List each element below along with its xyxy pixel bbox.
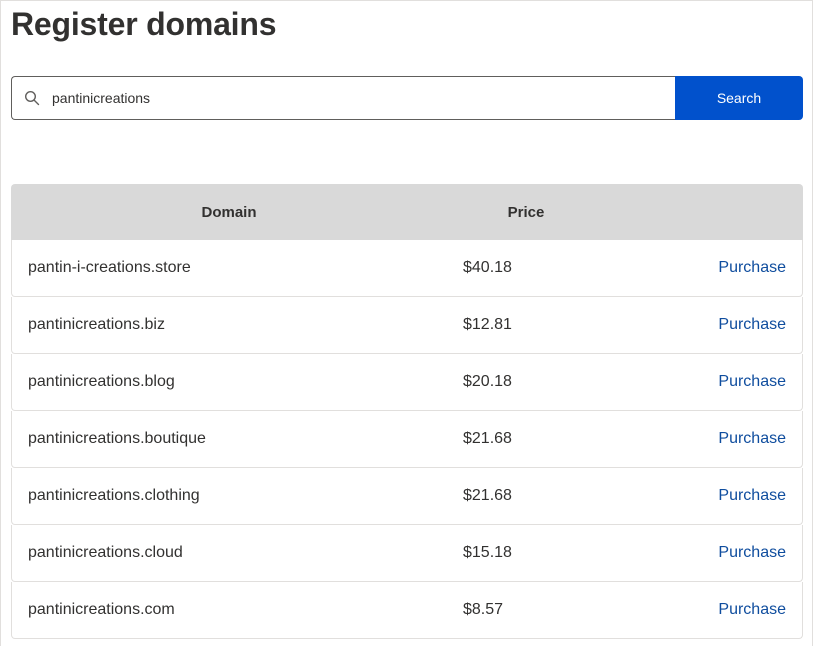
table-row: pantinicreations.boutique $21.68 Purchase (11, 411, 803, 468)
domain-name-cell: pantinicreations.biz (28, 316, 165, 333)
purchase-link[interactable]: Purchase (718, 297, 786, 353)
purchase-link[interactable]: Purchase (718, 240, 786, 296)
purchase-link[interactable]: Purchase (718, 354, 786, 410)
price-cell: $21.68 (463, 430, 512, 447)
purchase-link[interactable]: Purchase (718, 468, 786, 524)
domain-name-cell: pantinicreations.boutique (28, 430, 206, 447)
price-cell: $21.68 (463, 487, 512, 504)
purchase-link[interactable]: Purchase (718, 582, 786, 638)
page-title: Register domains (11, 6, 277, 42)
search-field[interactable] (11, 76, 675, 120)
search-icon (12, 76, 52, 120)
column-header-domain: Domain (201, 203, 257, 221)
table-row: pantinicreations.blog $20.18 Purchase (11, 354, 803, 411)
table-row: pantinicreations.com $8.57 Purchase (11, 582, 803, 639)
purchase-link[interactable]: Purchase (718, 525, 786, 581)
table-row: pantin-i-creations.store $40.18 Purchase (11, 240, 803, 297)
price-cell: $8.57 (463, 601, 504, 618)
domain-name-cell: pantin-i-creations.store (28, 259, 191, 276)
price-cell: $20.18 (463, 373, 512, 390)
domain-name-cell: pantinicreations.com (28, 601, 175, 618)
price-cell: $15.18 (463, 544, 512, 561)
table-body: pantin-i-creations.store $40.18 Purchase pa… (11, 240, 803, 639)
search-input[interactable] (52, 78, 675, 118)
domain-name-cell: pantinicreations.blog (28, 373, 175, 390)
price-cell: $12.81 (463, 316, 512, 333)
table-header-row: Domain Price (11, 184, 803, 240)
table-row: pantinicreations.cloud $15.18 Purchase (11, 525, 803, 582)
domain-name-cell: pantinicreations.clothing (28, 487, 200, 504)
search-button[interactable]: Search (675, 76, 803, 120)
domain-search-bar: Search (11, 76, 803, 120)
table-row: pantinicreations.biz $12.81 Purchase (11, 297, 803, 354)
price-cell: $40.18 (463, 259, 512, 276)
table-row: pantinicreations.clothing $21.68 Purchase (11, 468, 803, 525)
purchase-link[interactable]: Purchase (718, 411, 786, 467)
register-domains-panel: Register domains Search Domain Price pan… (0, 0, 813, 646)
domain-name-cell: pantinicreations.cloud (28, 544, 183, 561)
domain-results-table: Domain Price pantin-i-creations.store $40… (11, 184, 803, 639)
column-header-price: Price (507, 203, 545, 221)
